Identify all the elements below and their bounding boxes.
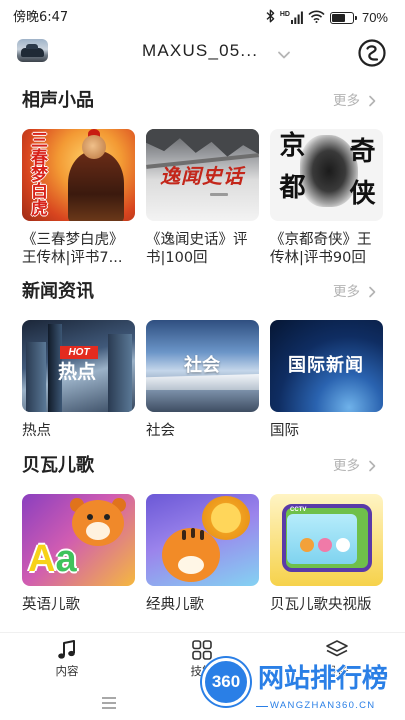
tiger-stripe — [200, 530, 204, 540]
tab-content[interactable]: 内容 — [37, 639, 97, 678]
building-shape — [108, 334, 132, 412]
poster-title: 三春梦白虎 — [27, 131, 47, 216]
device-name[interactable]: MAXUS_05... — [142, 41, 258, 61]
status-bar: 傍晚6:47 HD 70% — [0, 0, 405, 34]
status-icons: HD 70% — [266, 9, 388, 26]
media-tile[interactable]: 社会 社会 — [146, 320, 259, 440]
poster-title-left: 京都 — [275, 131, 305, 215]
layers-icon — [326, 640, 348, 657]
tile-caption: 《三春梦白虎》 王传林|评书7... — [22, 231, 135, 267]
media-tile[interactable]: 京都 奇侠 《京都奇侠》王 传林|评书90回 — [270, 129, 383, 267]
tile-caption: 社会 — [146, 423, 175, 439]
tile-cover-image: 社会 — [146, 320, 259, 412]
more-link[interactable]: 更多 — [333, 91, 376, 111]
caption-line: 传林|评书90回 — [270, 250, 366, 266]
poster-subtitle-mark — [210, 193, 228, 196]
cartoon-character — [336, 538, 350, 552]
chevron-right-icon — [369, 460, 376, 472]
cartoon-character — [318, 538, 332, 552]
beaver-eye — [87, 514, 93, 520]
media-tile[interactable]: 国际新闻 国际 — [270, 320, 383, 440]
tile-caption: 国际 — [270, 423, 299, 439]
cover-title: 社会 — [184, 355, 220, 376]
media-tile[interactable]: 三春梦白虎 《三春梦白虎》 王传林|评书7... — [22, 129, 135, 267]
music-note-icon — [58, 640, 75, 659]
grid-icon — [192, 640, 212, 660]
tab-label: 内容 — [55, 664, 79, 678]
network-type: HD — [279, 11, 290, 18]
tile-caption: 《京都奇侠》王 传林|评书90回 — [270, 231, 383, 267]
tiger-stripe — [191, 528, 195, 538]
signal-icon: HD — [280, 11, 303, 24]
section-title: 新闻资讯 — [22, 281, 94, 302]
building-shape — [26, 342, 46, 412]
beaver-muzzle — [86, 522, 110, 540]
connect-icon[interactable] — [357, 38, 387, 68]
tile-cover-image: 京都 奇侠 — [270, 129, 383, 221]
tile-cover-image: Aa — [22, 494, 135, 586]
more-label: 更多 — [333, 458, 360, 474]
section-title: 相声小品 — [22, 90, 94, 111]
beaver-eye — [104, 514, 110, 520]
tile-caption: 贝瓦儿歌央视版 — [270, 597, 372, 613]
cartoon-character — [300, 538, 314, 552]
more-link[interactable]: 更多 — [333, 456, 376, 476]
media-tile[interactable]: 经典儿歌 — [146, 494, 259, 614]
battery-level — [331, 13, 346, 22]
watermark-rule — [256, 706, 268, 707]
caption-line: 王传林|评书7... — [22, 250, 123, 266]
tile-cover-image: CCTV — [270, 494, 383, 586]
car-avatar[interactable] — [17, 39, 48, 62]
tile-caption: 《逸闻史话》评 书|100回 — [146, 231, 259, 267]
media-tile[interactable]: Aa 英语儿歌 — [22, 494, 135, 614]
more-link[interactable]: 更多 — [333, 282, 376, 302]
caption-line: 《京都奇侠》王 — [270, 232, 372, 248]
menu-icon[interactable] — [101, 695, 117, 714]
bluetooth-icon — [266, 8, 275, 27]
cover-title: 热点 — [58, 361, 97, 383]
poster-title: 逸闻史话 — [160, 164, 244, 188]
more-label: 更多 — [333, 93, 360, 109]
tiger-stripe — [182, 530, 186, 540]
tile-cover-image: HOT 热点 — [22, 320, 135, 412]
section-title: 贝瓦儿歌 — [22, 455, 94, 476]
media-tile[interactable]: HOT 热点 热点 — [22, 320, 135, 440]
tile-cover-image: 逸闻史话 — [146, 129, 259, 221]
tile-caption: 热点 — [22, 423, 51, 439]
tile-cover-image — [146, 494, 259, 586]
tv-channel-logo: CCTV — [290, 507, 307, 513]
tile-cover-image: 三春梦白虎 — [22, 129, 135, 221]
watermark-url: WANGZHAN360.CN — [270, 700, 376, 711]
watermark-title: 网站排行榜 — [258, 664, 389, 694]
wifi-icon — [308, 8, 325, 27]
cover-title: 国际新闻 — [288, 355, 364, 376]
watermark-logo: 360 — [202, 658, 250, 706]
poster-title-right: 奇侠 — [345, 137, 375, 221]
battery-icon — [329, 11, 357, 24]
caption-line: 《逸闻史话》评 — [146, 232, 248, 248]
more-label: 更多 — [333, 284, 360, 300]
media-tile[interactable]: 逸闻史话 《逸闻史话》评 书|100回 — [146, 129, 259, 267]
chevron-right-icon — [369, 95, 376, 107]
car-shape — [21, 44, 44, 57]
status-time: 傍晚6:47 — [13, 10, 69, 25]
poster-figure-head — [82, 135, 106, 159]
poster-figure — [68, 151, 124, 221]
hot-badge: HOT — [60, 346, 98, 359]
caption-line: 《三春梦白虎》 — [22, 232, 124, 248]
tiger-muzzle — [178, 556, 204, 574]
chevron-down-icon[interactable] — [277, 45, 291, 64]
tile-caption: 经典儿歌 — [146, 597, 204, 613]
caption-line: 书|100回 — [146, 250, 208, 266]
media-tile[interactable]: CCTV 贝瓦儿歌央视版 — [270, 494, 383, 614]
battery-percent: 70% — [361, 10, 388, 25]
tile-cover-image: 国际新闻 — [270, 320, 383, 412]
chevron-right-icon — [369, 286, 376, 298]
cover-letters: Aa — [28, 538, 77, 580]
tile-caption: 英语儿歌 — [22, 597, 80, 613]
